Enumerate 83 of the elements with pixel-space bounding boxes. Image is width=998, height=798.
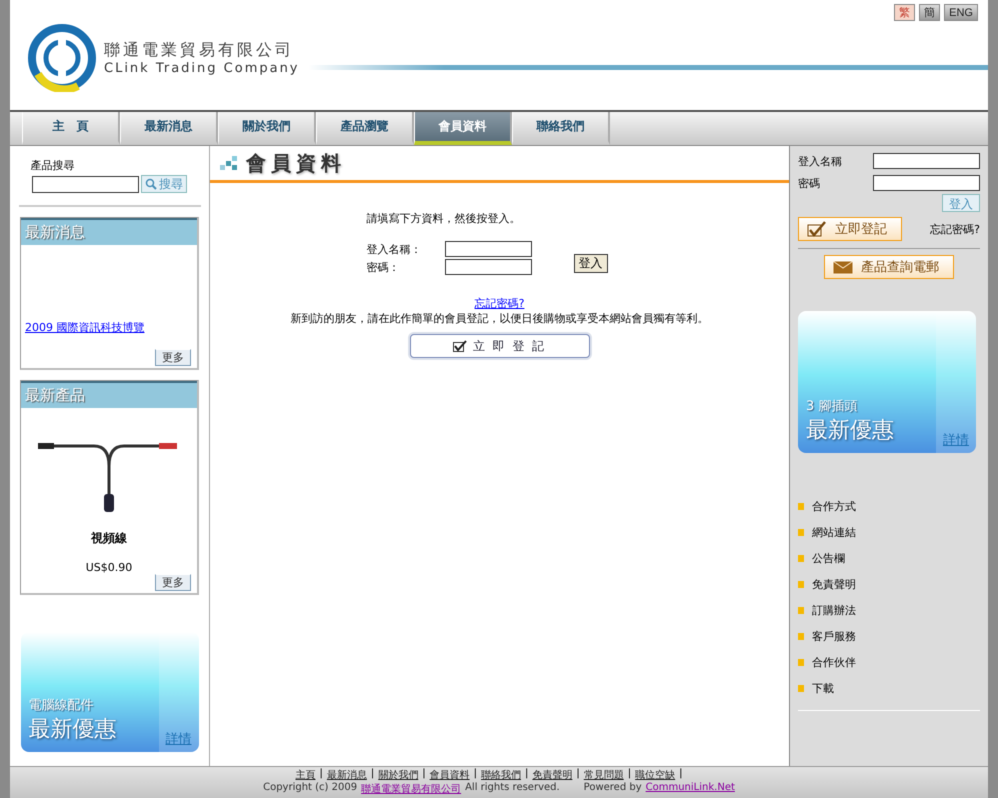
separator: | bbox=[422, 768, 426, 781]
forgot-password-link[interactable]: 忘記密碼? bbox=[474, 296, 524, 311]
more-button[interactable]: 更多 bbox=[155, 349, 191, 366]
bullet-icon bbox=[798, 659, 804, 666]
squares-icon bbox=[220, 156, 238, 170]
checkmark-icon bbox=[807, 221, 827, 237]
logo-icon bbox=[28, 24, 96, 92]
vendor-link[interactable]: CommuniLink.Net bbox=[646, 782, 735, 796]
search-field[interactable] bbox=[32, 176, 139, 192]
separator: | bbox=[320, 768, 323, 781]
footer-link[interactable]: 會員資料 bbox=[430, 768, 470, 782]
language-button[interactable]: ENG bbox=[944, 4, 978, 21]
enquiry-email-button[interactable]: 產品查詢電郵 bbox=[824, 255, 954, 279]
language-button[interactable]: 繁 bbox=[894, 4, 916, 21]
footer-link[interactable]: 職位空缺 bbox=[635, 768, 676, 782]
footer-link[interactable]: 最新消息 bbox=[326, 768, 367, 782]
promo-subtitle: 電腦線配件 bbox=[28, 697, 94, 714]
bullet-icon bbox=[798, 555, 804, 562]
panel-title: 最新消息 bbox=[21, 218, 197, 245]
search-icon bbox=[145, 178, 157, 190]
nav-tab[interactable]: 最新消息 bbox=[120, 112, 218, 145]
copyright-text: Copyright (c) 2009 bbox=[263, 782, 358, 795]
bullet-icon bbox=[798, 529, 804, 536]
sidebar-link[interactable]: 客戶服務 bbox=[812, 629, 856, 644]
sidebar-link[interactable]: 下載 bbox=[812, 681, 834, 696]
footer-link[interactable]: 常見問題 bbox=[584, 768, 624, 782]
input-field[interactable] bbox=[873, 153, 980, 169]
product-price: US$0.90 bbox=[84, 561, 134, 574]
company-name-english: CLink Trading Company bbox=[104, 61, 300, 76]
register-button[interactable]: 立即登記 bbox=[798, 217, 902, 241]
rights-text: All rights reserved. bbox=[465, 782, 560, 795]
field-label: 密碼 bbox=[798, 176, 820, 190]
separator: | bbox=[679, 768, 682, 781]
product-name: 視頻線 bbox=[90, 530, 128, 547]
news-link[interactable]: 2009 國際資訊科技博覽 bbox=[25, 320, 193, 335]
promo-title: 最新優惠 bbox=[806, 417, 895, 445]
checkmark-icon bbox=[452, 340, 467, 352]
nav-tab[interactable]: 聯絡我們 bbox=[512, 112, 610, 145]
sidebar-link[interactable]: 合作伙伴 bbox=[812, 655, 856, 670]
nav-tab[interactable]: 會員資料 bbox=[414, 112, 512, 145]
company-name: 聯通電業貿易有限公司 bbox=[104, 40, 295, 61]
search-label: 產品搜尋 bbox=[30, 158, 74, 173]
register-button[interactable]: 立 即 登 記 bbox=[410, 334, 590, 358]
input-field[interactable] bbox=[873, 175, 980, 191]
company-link[interactable]: 聯通電業貿易有限公司 bbox=[361, 782, 462, 796]
envelope-icon bbox=[833, 260, 853, 274]
login-button[interactable]: 登入 bbox=[574, 254, 608, 272]
bullet-icon bbox=[798, 581, 804, 588]
promo-title: 最新優惠 bbox=[28, 716, 118, 744]
bullet-icon bbox=[798, 633, 804, 640]
instruction-text: 請塡寫下方資料，然後按登入。 bbox=[366, 211, 522, 226]
nav-tab[interactable]: 關於我們 bbox=[218, 112, 316, 145]
sidebar-link[interactable]: 免責聲明 bbox=[812, 577, 856, 592]
powered-by-text: Powered by bbox=[584, 782, 642, 795]
input-field[interactable] bbox=[444, 259, 532, 275]
panel-title: 最新產品 bbox=[21, 381, 197, 408]
separator: | bbox=[370, 768, 374, 781]
forgot-password-link[interactable]: 忘記密碼? bbox=[930, 222, 980, 236]
more-button[interactable]: 更多 bbox=[155, 574, 191, 591]
sidebar-link[interactable]: 公告欄 bbox=[812, 551, 845, 566]
page-title: 會員資料 bbox=[246, 150, 346, 176]
nav-tab[interactable]: 主 頁 bbox=[22, 112, 120, 145]
field-label: 登入名稱 bbox=[798, 154, 842, 168]
bullet-icon bbox=[798, 607, 804, 614]
separator: | bbox=[474, 768, 477, 781]
footer-link[interactable]: 免責聲明 bbox=[532, 768, 572, 782]
promo-subtitle: 3 腳插頭 bbox=[806, 398, 858, 415]
separator: | bbox=[628, 768, 632, 781]
register-note: 新到訪的朋友，請在此作簡單的會員登記，以便日後購物或享受本網站會員獨有等利。 bbox=[290, 311, 708, 326]
footer-link[interactable]: 聯絡我們 bbox=[481, 768, 521, 782]
field-label: 密碼： bbox=[366, 260, 400, 274]
language-button[interactable]: 簡 bbox=[919, 4, 940, 21]
sidebar-link[interactable]: 合作方式 bbox=[812, 499, 856, 514]
bullet-icon bbox=[798, 503, 804, 510]
sidebar-link[interactable]: 訂購辦法 bbox=[812, 603, 856, 618]
separator: | bbox=[525, 768, 528, 781]
field-label: 登入名稱： bbox=[366, 242, 422, 256]
bullet-icon bbox=[798, 685, 804, 692]
footer-link[interactable]: 主頁 bbox=[296, 768, 316, 782]
separator: | bbox=[576, 768, 580, 781]
footer-link[interactable]: 關於我們 bbox=[378, 768, 418, 782]
input-field[interactable] bbox=[444, 241, 532, 257]
sidebar-link[interactable]: 網站連結 bbox=[812, 525, 856, 540]
